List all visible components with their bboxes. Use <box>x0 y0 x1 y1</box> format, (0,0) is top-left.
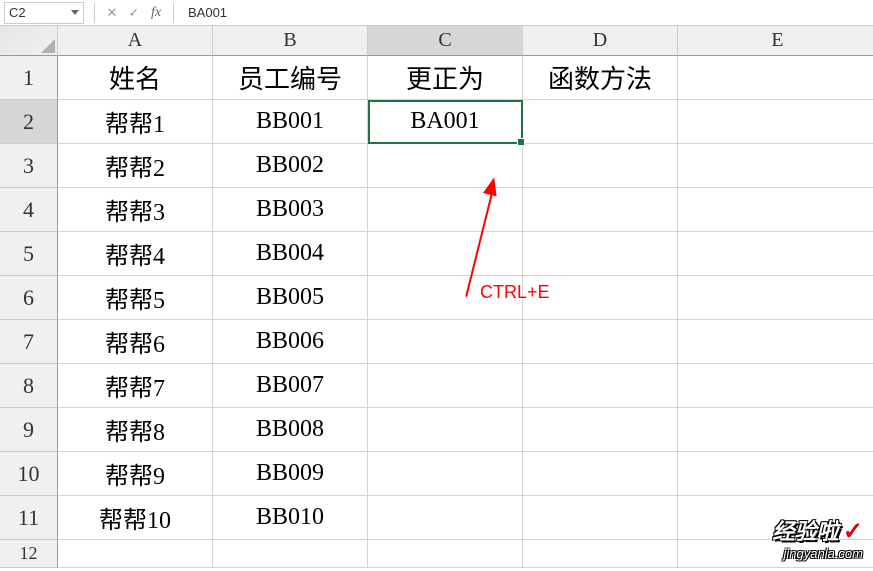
cell[interactable]: BB004 <box>213 232 368 276</box>
cell-header[interactable]: 函数方法 <box>523 56 678 100</box>
row-header-7[interactable]: 7 <box>0 320 58 364</box>
cell[interactable] <box>678 408 873 452</box>
cell[interactable] <box>58 540 213 568</box>
cell-header[interactable]: 更正为 <box>368 56 523 100</box>
cell[interactable]: BB008 <box>213 408 368 452</box>
cell[interactable]: 帮帮9 <box>58 452 213 496</box>
cell[interactable] <box>678 188 873 232</box>
enter-icon[interactable]: ✓ <box>123 2 145 24</box>
cell[interactable] <box>678 364 873 408</box>
cell[interactable]: BB010 <box>213 496 368 540</box>
cell[interactable]: 帮帮10 <box>58 496 213 540</box>
cell[interactable] <box>523 320 678 364</box>
cell[interactable]: 帮帮4 <box>58 232 213 276</box>
row-header-5[interactable]: 5 <box>0 232 58 276</box>
divider <box>173 3 174 23</box>
cell[interactable] <box>368 496 523 540</box>
cell[interactable] <box>678 452 873 496</box>
formula-input[interactable] <box>180 5 873 20</box>
cell[interactable] <box>213 540 368 568</box>
cell[interactable] <box>523 540 678 568</box>
cell[interactable] <box>678 100 873 144</box>
cell-header[interactable]: 姓名 <box>58 56 213 100</box>
watermark-sub: jingyanla.com <box>772 546 863 561</box>
cell[interactable] <box>523 188 678 232</box>
cancel-icon[interactable]: ✕ <box>101 2 123 24</box>
cell[interactable]: BB009 <box>213 452 368 496</box>
cell[interactable] <box>368 320 523 364</box>
cell-header[interactable]: 员工编号 <box>213 56 368 100</box>
cell[interactable] <box>678 232 873 276</box>
row-header-8[interactable]: 8 <box>0 364 58 408</box>
cell[interactable] <box>368 232 523 276</box>
column-header-e[interactable]: E <box>678 26 873 56</box>
watermark-main: 经验啦 <box>772 519 838 544</box>
column-header-a[interactable]: A <box>58 26 213 56</box>
formula-bar: C2 ✕ ✓ fx <box>0 0 873 26</box>
row-header-4[interactable]: 4 <box>0 188 58 232</box>
name-box-value: C2 <box>9 5 26 20</box>
row-header-10[interactable]: 10 <box>0 452 58 496</box>
cell[interactable]: BB002 <box>213 144 368 188</box>
cell[interactable] <box>678 320 873 364</box>
cell[interactable] <box>368 364 523 408</box>
cell[interactable] <box>368 188 523 232</box>
fx-button[interactable]: fx <box>145 2 167 24</box>
cell[interactable] <box>368 452 523 496</box>
annotation-label: CTRL+E <box>480 282 550 303</box>
row-header-1[interactable]: 1 <box>0 56 58 100</box>
name-box[interactable]: C2 <box>4 2 84 24</box>
cell[interactable] <box>368 408 523 452</box>
row-header-11[interactable]: 11 <box>0 496 58 540</box>
divider <box>94 3 95 23</box>
watermark-check-icon: ✓ <box>843 518 863 545</box>
spreadsheet-grid: 123456789101112 ABCDE 姓名员工编号更正为函数方法帮帮1BB… <box>0 26 873 568</box>
cell[interactable]: 帮帮6 <box>58 320 213 364</box>
cell[interactable] <box>523 364 678 408</box>
cell[interactable] <box>368 144 523 188</box>
select-all-corner[interactable] <box>0 26 58 56</box>
cell[interactable] <box>523 496 678 540</box>
cell[interactable] <box>523 408 678 452</box>
column-header-b[interactable]: B <box>213 26 368 56</box>
cell[interactable]: BB007 <box>213 364 368 408</box>
row-header-6[interactable]: 6 <box>0 276 58 320</box>
cell[interactable]: 帮帮5 <box>58 276 213 320</box>
cell[interactable]: 帮帮1 <box>58 100 213 144</box>
cell[interactable]: BB001 <box>213 100 368 144</box>
cell[interactable]: BB006 <box>213 320 368 364</box>
row-header-2[interactable]: 2 <box>0 100 58 144</box>
cell[interactable]: BA001 <box>368 100 523 144</box>
cell[interactable] <box>678 56 873 100</box>
row-header-12[interactable]: 12 <box>0 540 58 568</box>
cell[interactable] <box>523 452 678 496</box>
cell[interactable] <box>523 232 678 276</box>
cell[interactable] <box>678 144 873 188</box>
cell[interactable]: BB005 <box>213 276 368 320</box>
column-header-d[interactable]: D <box>523 26 678 56</box>
row-header-3[interactable]: 3 <box>0 144 58 188</box>
watermark: 经验啦 ✓ jingyanla.com <box>772 514 863 561</box>
cell[interactable]: 帮帮2 <box>58 144 213 188</box>
row-header-9[interactable]: 9 <box>0 408 58 452</box>
cell[interactable]: 帮帮8 <box>58 408 213 452</box>
cell[interactable]: BB003 <box>213 188 368 232</box>
cell[interactable]: 帮帮3 <box>58 188 213 232</box>
cell[interactable] <box>678 276 873 320</box>
column-header-c[interactable]: C <box>368 26 523 56</box>
dropdown-icon[interactable] <box>71 10 79 15</box>
cell[interactable] <box>523 144 678 188</box>
cell[interactable]: 帮帮7 <box>58 364 213 408</box>
cell[interactable] <box>523 100 678 144</box>
cell[interactable] <box>368 540 523 568</box>
